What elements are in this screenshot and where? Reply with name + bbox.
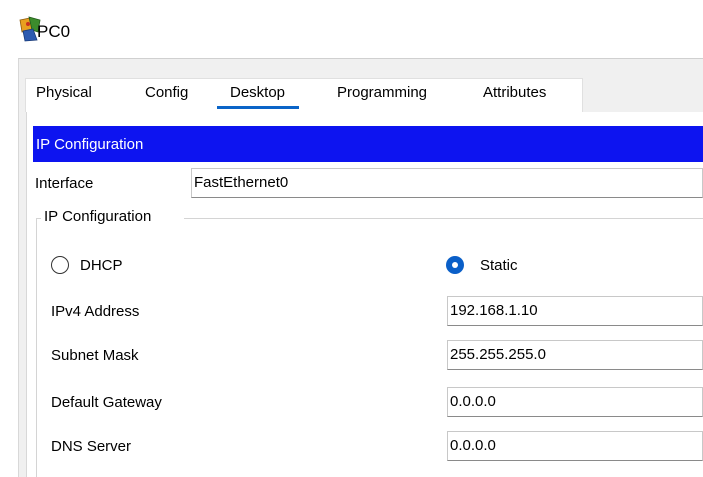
dhcp-label[interactable]: DHCP: [80, 257, 123, 274]
group-border-top-right: [184, 218, 703, 219]
static-radio[interactable]: [446, 256, 464, 274]
desktop-panel: [26, 112, 703, 477]
group-border-left: [36, 218, 37, 477]
ip-configuration-header: IP Configuration: [33, 126, 703, 162]
ipv4-address-input[interactable]: 192.168.1.10: [447, 296, 703, 326]
tab-config[interactable]: Config: [145, 84, 188, 101]
dns-server-value: 0.0.0.0: [450, 437, 496, 454]
tab-attributes[interactable]: Attributes: [483, 84, 546, 101]
default-gateway-label: Default Gateway: [51, 394, 162, 411]
window-titlebar: PC0: [0, 0, 703, 58]
tab-programming[interactable]: Programming: [337, 84, 427, 101]
tab-physical[interactable]: Physical: [36, 84, 92, 101]
subnet-mask-label: Subnet Mask: [51, 347, 139, 364]
interface-select[interactable]: FastEthernet0: [191, 168, 703, 198]
ip-configuration-group-label: IP Configuration: [41, 208, 155, 225]
ipv4-address-value: 192.168.1.10: [450, 302, 538, 319]
window-title: PC0: [37, 22, 71, 41]
interface-label: Interface: [35, 175, 94, 192]
default-gateway-input[interactable]: 0.0.0.0: [447, 387, 703, 417]
interface-value: FastEthernet0: [194, 174, 289, 191]
ipv4-address-label: IPv4 Address: [51, 303, 140, 320]
subnet-mask-value: 255.255.255.0: [450, 346, 546, 363]
dns-server-label: DNS Server: [51, 438, 132, 455]
tab-desktop[interactable]: Desktop: [216, 84, 300, 109]
default-gateway-value: 0.0.0.0: [450, 393, 496, 410]
subnet-mask-input[interactable]: 255.255.255.0: [447, 340, 703, 370]
static-label[interactable]: Static: [480, 257, 518, 274]
ip-configuration-header-title: IP Configuration: [36, 136, 144, 153]
dhcp-radio[interactable]: [51, 256, 69, 274]
dns-server-input[interactable]: 0.0.0.0: [447, 431, 703, 461]
